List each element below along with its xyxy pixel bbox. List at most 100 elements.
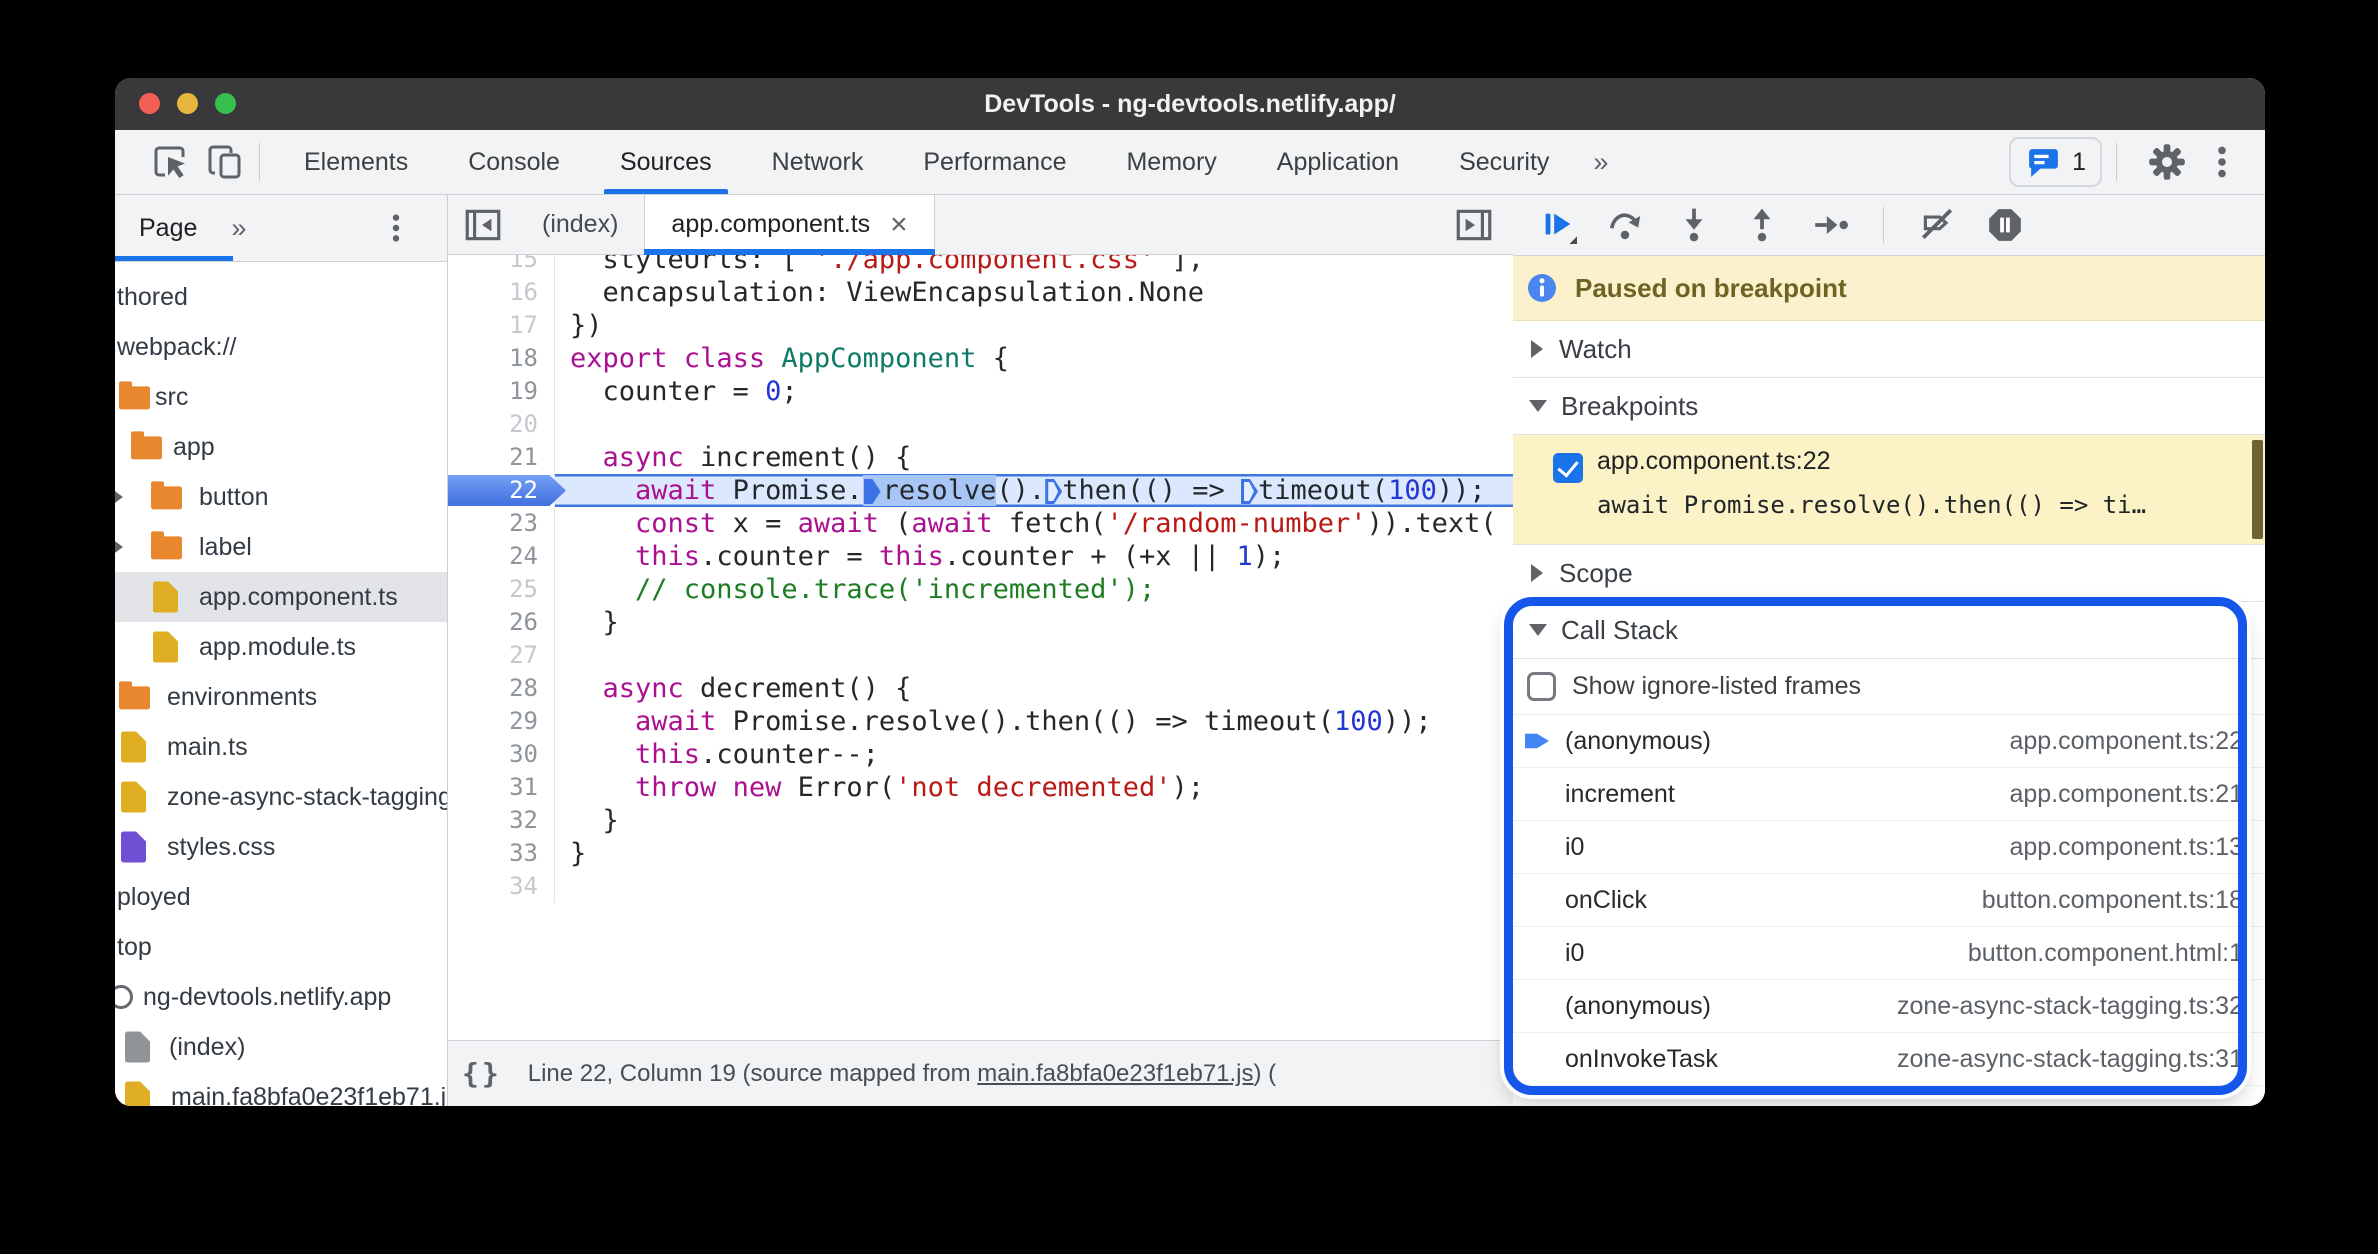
section-watch[interactable]: Watch (1513, 321, 2265, 378)
deactivate-breakpoints-icon[interactable] (1918, 206, 1956, 244)
device-toolbar-icon[interactable] (205, 142, 245, 182)
line-number[interactable]: 34 (448, 870, 555, 903)
step-out-icon[interactable] (1743, 206, 1781, 244)
file-tree-item[interactable]: button (115, 472, 447, 522)
frame-location[interactable]: app.component.ts:21 (2010, 780, 2244, 809)
sidebar-kebab-menu-icon[interactable] (379, 211, 413, 245)
file-tree-item[interactable]: ng-devtools.netlify.app (115, 972, 447, 1022)
file-tree-item[interactable]: app (115, 422, 447, 472)
file-tree-item[interactable]: main.fa8bfa0e23f1eb71.js (115, 1072, 447, 1106)
line-number[interactable]: 32 (448, 804, 555, 837)
step-into-icon[interactable] (1675, 206, 1713, 244)
line-number[interactable]: 23 (448, 507, 555, 540)
file-tree-item[interactable]: thored (115, 272, 447, 322)
async-step-marker-icon[interactable] (1241, 479, 1259, 504)
tab-performance[interactable]: Performance (893, 130, 1096, 194)
editor-tab-index[interactable]: (index) (516, 195, 644, 254)
file-tree-item[interactable]: (index) (115, 1022, 447, 1072)
frame-location[interactable]: button.component.ts:18 (1982, 886, 2243, 915)
line-number[interactable]: 31 (448, 771, 555, 804)
callstack-frame[interactable]: increment app.component.ts:21 (1513, 768, 2265, 821)
tab-page[interactable]: Page (139, 214, 197, 243)
resume-script-icon[interactable] (1539, 206, 1577, 244)
tab-memory[interactable]: Memory (1096, 130, 1246, 194)
more-panels-button[interactable]: » (1579, 147, 1622, 178)
file-tree-item[interactable]: webpack:// (115, 322, 447, 372)
file-tree-item[interactable]: ployed (115, 872, 447, 922)
callstack-frame[interactable]: onInvokeTask zone-async-stack-tagging.ts:… (1513, 1033, 2265, 1086)
maximize-window-button[interactable] (215, 93, 236, 114)
callstack-frame[interactable]: onClick button.component.ts:18 (1513, 874, 2265, 927)
section-breakpoints[interactable]: Breakpoints (1513, 378, 2265, 435)
show-debugger-panel-icon[interactable] (1439, 195, 1507, 254)
code-viewport[interactable]: 15 styleUrls: [ './app.component.css' ],… (448, 255, 1513, 1040)
line-number[interactable]: 22 (448, 474, 566, 507)
frame-location[interactable]: app.component.ts:13 (2010, 833, 2244, 862)
section-call-stack[interactable]: Call Stack (1513, 602, 2265, 659)
line-number[interactable]: 15 (448, 255, 555, 276)
line-number[interactable]: 28 (448, 672, 555, 705)
source-map-link[interactable]: main.fa8bfa0e23f1eb71.js (977, 1060, 1253, 1087)
file-tree-item[interactable]: main.ts (115, 722, 447, 772)
step-icon[interactable] (1811, 206, 1849, 244)
file-tree-item[interactable]: app.component.ts (115, 572, 447, 622)
file-tree-item[interactable]: zone-async-stack-tagging.ts (115, 772, 447, 822)
show-ignore-listed-checkbox[interactable] (1527, 672, 1556, 701)
file-tree-item[interactable]: src (115, 372, 447, 422)
tab-network[interactable]: Network (742, 130, 894, 194)
line-number[interactable]: 16 (448, 276, 555, 309)
line-number[interactable]: 24 (448, 540, 555, 573)
pretty-print-icon[interactable]: {} (462, 1057, 502, 1090)
async-step-marker-icon[interactable] (863, 479, 881, 504)
pause-on-exceptions-icon[interactable] (1986, 206, 2024, 244)
line-number[interactable]: 30 (448, 738, 555, 771)
frame-location[interactable]: button.component.html:1 (1968, 939, 2243, 968)
tab-console[interactable]: Console (438, 130, 590, 194)
line-number[interactable]: 19 (448, 375, 555, 408)
callstack-frame[interactable]: (anonymous) app.component.ts:22 (1513, 715, 2265, 768)
file-tree-item[interactable]: top (115, 922, 447, 972)
tab-security[interactable]: Security (1429, 130, 1579, 194)
step-over-icon[interactable] (1607, 206, 1645, 244)
settings-gear-icon[interactable] (2147, 142, 2187, 182)
line-number[interactable]: 20 (448, 408, 555, 441)
line-number[interactable]: 17 (448, 309, 555, 342)
callstack-frame[interactable]: i0 button.component.html:1 (1513, 927, 2265, 980)
file-tree-item[interactable]: app.module.ts (115, 622, 447, 672)
line-number[interactable]: 18 (448, 342, 555, 375)
file-tree-item[interactable]: label (115, 522, 447, 572)
breakpoint-checkbox[interactable] (1553, 453, 1583, 483)
minimize-window-button[interactable] (177, 93, 198, 114)
line-number[interactable]: 27 (448, 639, 555, 672)
file-tree-item[interactable]: styles.css (115, 822, 447, 872)
line-number[interactable]: 29 (448, 705, 555, 738)
file-tree-item[interactable]: environments (115, 672, 447, 722)
inspect-element-icon[interactable] (151, 142, 191, 182)
close-window-button[interactable] (139, 93, 160, 114)
tab-sources[interactable]: Sources (590, 130, 742, 194)
breakpoint-entry[interactable]: app.component.ts:22 await Promise.resolv… (1513, 435, 2265, 545)
editor-tab-app-component[interactable]: app.component.ts × (644, 195, 935, 255)
scrollbar-thumb[interactable] (2252, 440, 2263, 539)
close-tab-icon[interactable]: × (890, 209, 908, 240)
line-number[interactable]: 25 (448, 573, 555, 606)
callstack-frame[interactable]: (anonymous) zone-async-stack-tagging.ts:3… (1513, 980, 2265, 1033)
more-sidebar-tabs-button[interactable]: » (231, 213, 246, 244)
section-scope[interactable]: Scope (1513, 545, 2265, 602)
show-ignore-listed-frames-row[interactable]: Show ignore-listed frames (1513, 659, 2265, 715)
frame-location[interactable]: app.component.ts:22 (2010, 727, 2244, 756)
show-navigator-icon[interactable] (448, 195, 516, 254)
line-number[interactable]: 26 (448, 606, 555, 639)
line-number[interactable]: 21 (448, 441, 555, 474)
frame-location[interactable]: zone-async-stack-tagging.ts:31 (1897, 1045, 2243, 1074)
callstack-frame[interactable]: i0 app.component.ts:13 (1513, 821, 2265, 874)
kebab-menu-icon[interactable] (2203, 143, 2241, 181)
frame-location[interactable]: zone-async-stack-tagging.ts:32 (1897, 992, 2243, 1021)
line-number[interactable]: 33 (448, 837, 555, 870)
chevron-right-icon[interactable] (115, 489, 123, 505)
issues-button[interactable]: 1 (2009, 137, 2102, 187)
chevron-right-icon[interactable] (115, 539, 123, 555)
async-step-marker-icon[interactable] (1045, 479, 1063, 504)
tab-application[interactable]: Application (1247, 130, 1429, 194)
tab-elements[interactable]: Elements (274, 130, 438, 194)
